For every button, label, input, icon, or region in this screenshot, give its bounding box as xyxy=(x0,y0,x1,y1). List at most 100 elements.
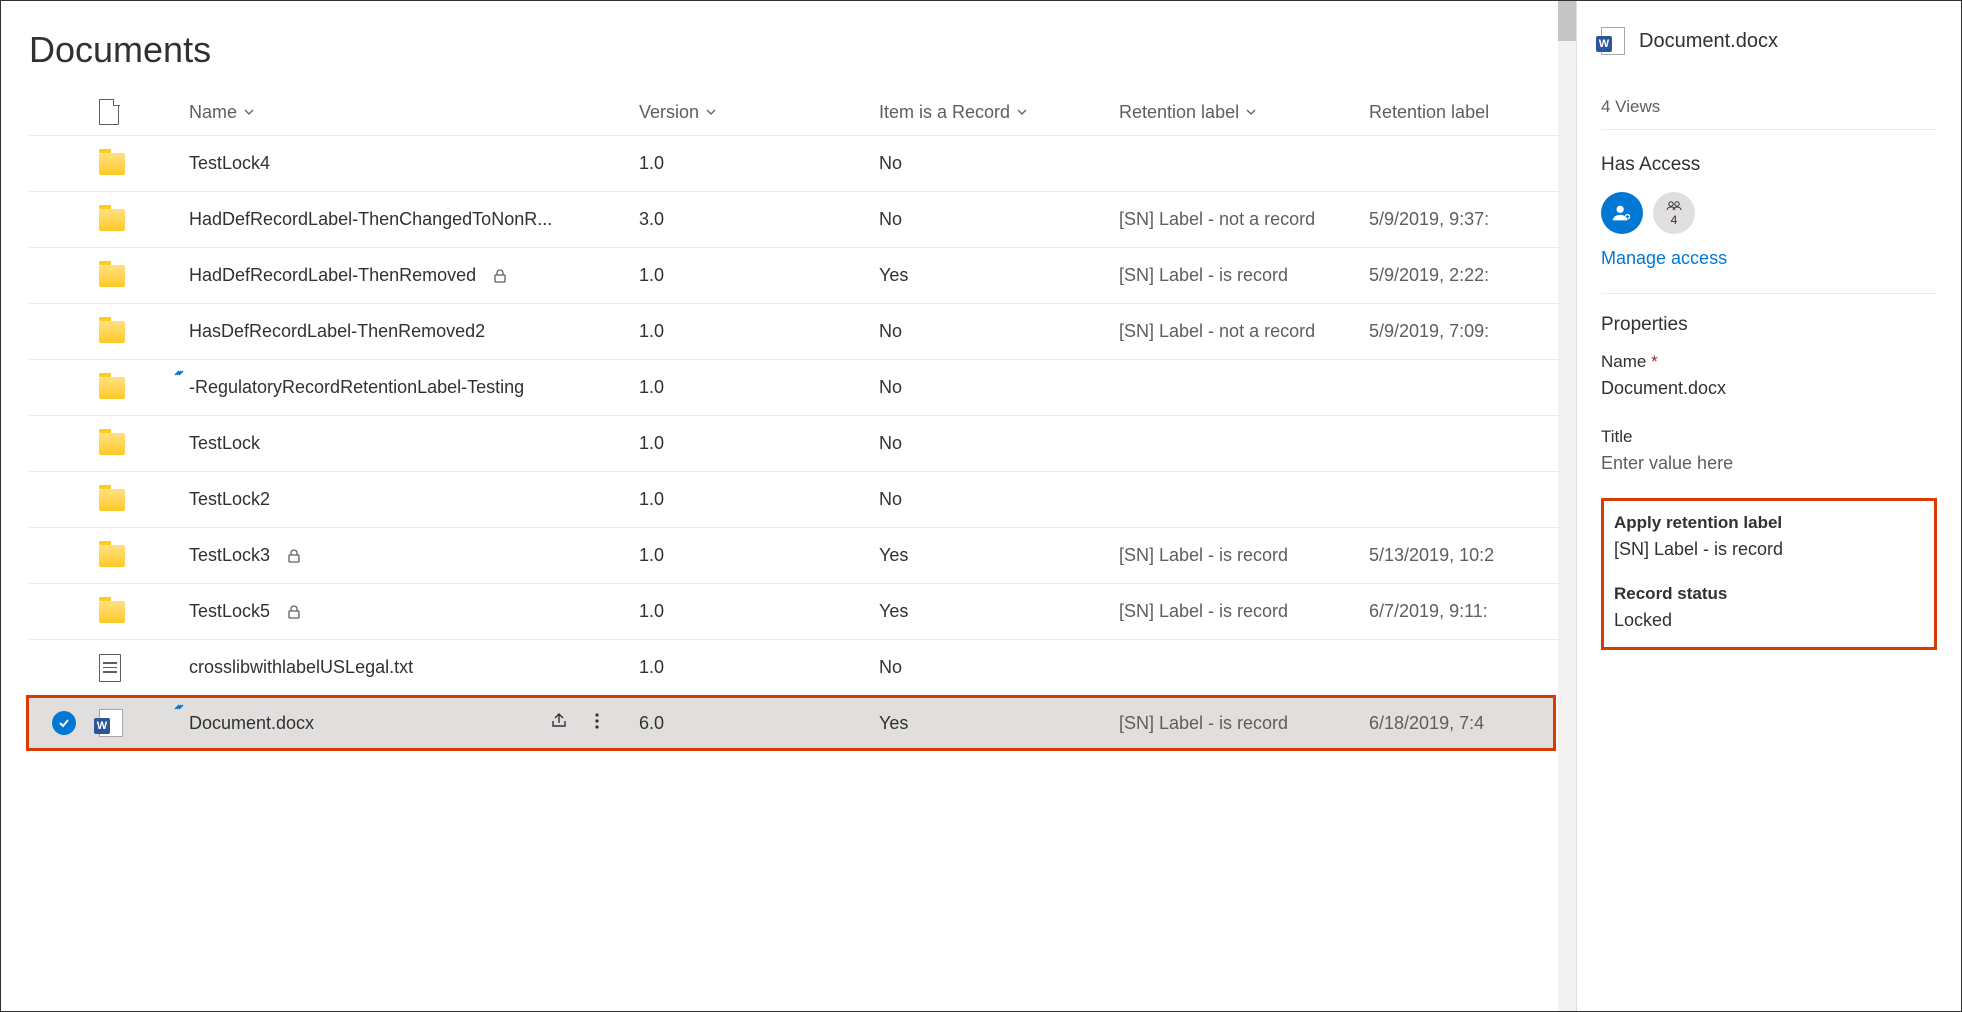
table-row[interactable]: Document.docx6.0Yes[SN] Label - is recor… xyxy=(26,695,1556,751)
retention-label-cell: [SN] Label - not a record xyxy=(1119,209,1369,230)
access-avatars-row: 4 xyxy=(1601,192,1937,234)
column-label: Retention label xyxy=(1369,102,1489,123)
table-row[interactable]: HasDefRecordLabel-ThenRemoved21.0No[SN] … xyxy=(29,303,1576,359)
item-name-label: TestLock4 xyxy=(189,153,270,174)
has-access-title: Has Access xyxy=(1601,154,1937,176)
item-name-label: HadDefRecordLabel-ThenChangedToNonR... xyxy=(189,209,552,230)
item-name-label: TestLock xyxy=(189,433,260,454)
table-row[interactable]: TestLock31.0Yes[SN] Label - is record5/1… xyxy=(29,527,1576,583)
name-cell[interactable]: HadDefRecordLabel-ThenChangedToNonR... xyxy=(189,209,639,230)
column-label: Name xyxy=(189,102,237,123)
retention-label-cell: [SN] Label - is record xyxy=(1119,601,1369,622)
record-status-value[interactable]: Locked xyxy=(1614,610,1924,631)
version-cell: 1.0 xyxy=(639,545,879,566)
version-column-header[interactable]: Version xyxy=(639,102,879,123)
people-icon xyxy=(1666,199,1682,213)
access-count-label: 4 xyxy=(1671,213,1678,227)
table-row[interactable]: -RegulatoryRecordRetentionLabel-Testing 1… xyxy=(29,359,1576,415)
share-badge-icon xyxy=(173,363,187,380)
retention-label-cell: [SN] Label - is record xyxy=(1119,545,1369,566)
details-panel: Document.docx 4 Views Has Access 4 Manag… xyxy=(1576,1,1961,1011)
filetype-column-header[interactable] xyxy=(99,99,189,125)
more-actions-icon[interactable] xyxy=(587,711,607,736)
lock-icon xyxy=(286,604,302,620)
name-cell[interactable]: HasDefRecordLabel-ThenRemoved2 xyxy=(189,321,639,342)
vertical-scrollbar[interactable] xyxy=(1558,1,1576,1011)
folder-icon xyxy=(99,545,125,567)
isrecord-column-header[interactable]: Item is a Record xyxy=(879,102,1119,123)
properties-title: Properties xyxy=(1601,314,1937,336)
item-name-label: crosslibwithlabelUSLegal.txt xyxy=(189,657,413,678)
apply-retention-label: Apply retention label xyxy=(1614,513,1924,533)
table-row[interactable]: TestLock4 1.0No xyxy=(29,135,1576,191)
item-name-label: TestLock3 xyxy=(189,545,270,566)
name-column-header[interactable]: Name xyxy=(189,102,639,123)
name-cell[interactable]: crosslibwithlabelUSLegal.txt xyxy=(189,657,639,678)
access-section: Has Access 4 Manage access xyxy=(1601,129,1937,293)
column-label: Retention label xyxy=(1119,102,1239,123)
details-file-name: Document.docx xyxy=(1639,30,1778,53)
check-circle-icon xyxy=(52,711,76,735)
table-row[interactable]: TestLock51.0Yes[SN] Label - is record6/7… xyxy=(29,583,1576,639)
column-label: Version xyxy=(639,102,699,123)
item-name-label: TestLock5 xyxy=(189,601,270,622)
record-highlight-box: Apply retention label [SN] Label - is re… xyxy=(1601,498,1937,650)
share-icon[interactable] xyxy=(549,711,569,736)
people-count-avatar[interactable]: 4 xyxy=(1653,192,1695,234)
folder-icon xyxy=(99,209,125,231)
name-property-value[interactable]: Document.docx xyxy=(1601,378,1937,399)
item-name-label: -RegulatoryRecordRetentionLabel-Testing xyxy=(189,377,524,398)
version-cell: 1.0 xyxy=(639,321,879,342)
table-row[interactable]: TestLock1.0No xyxy=(29,415,1576,471)
manage-access-link[interactable]: Manage access xyxy=(1601,248,1937,269)
name-cell[interactable]: -RegulatoryRecordRetentionLabel-Testing xyxy=(189,377,639,398)
item-name-label: Document.docx xyxy=(189,713,314,734)
add-person-avatar[interactable] xyxy=(1601,192,1643,234)
required-asterisk: * xyxy=(1651,352,1658,371)
is-record-cell: Yes xyxy=(879,265,1119,286)
folder-icon xyxy=(99,601,125,623)
title-property-label: Title xyxy=(1601,427,1937,447)
is-record-cell: Yes xyxy=(879,713,1119,734)
version-cell: 1.0 xyxy=(639,377,879,398)
row-selector[interactable] xyxy=(29,711,99,735)
is-record-cell: Yes xyxy=(879,545,1119,566)
version-cell: 1.0 xyxy=(639,601,879,622)
version-cell: 3.0 xyxy=(639,209,879,230)
views-count: 4 Views xyxy=(1601,97,1937,117)
name-cell[interactable]: Document.docx xyxy=(189,711,639,736)
table-row[interactable]: HadDefRecordLabel-ThenChangedToNonR... 3.… xyxy=(29,191,1576,247)
is-record-cell: No xyxy=(879,433,1119,454)
name-cell[interactable]: HadDefRecordLabel-ThenRemoved xyxy=(189,265,639,286)
scrollbar-thumb[interactable] xyxy=(1558,1,1576,41)
name-cell[interactable]: TestLock5 xyxy=(189,601,639,622)
retention-label-column-header[interactable]: Retention label xyxy=(1119,102,1369,123)
folder-icon xyxy=(99,489,125,511)
title-property-input[interactable]: Enter value here xyxy=(1601,453,1937,474)
retention-label-cell: [SN] Label - is record xyxy=(1119,713,1369,734)
item-name-label: HasDefRecordLabel-ThenRemoved2 xyxy=(189,321,485,342)
document-library-panel: Documents Name Version Item is a Record … xyxy=(1,1,1576,1011)
is-record-cell: No xyxy=(879,377,1119,398)
is-record-cell: No xyxy=(879,153,1119,174)
retention-date-cell: 6/18/2019, 7:4 xyxy=(1369,713,1569,734)
retention-date-cell: 5/9/2019, 9:37: xyxy=(1369,209,1569,230)
retention-label-cell: [SN] Label - is record xyxy=(1119,265,1369,286)
table-row[interactable]: TestLock21.0No xyxy=(29,471,1576,527)
is-record-cell: No xyxy=(879,657,1119,678)
name-cell[interactable]: TestLock3 xyxy=(189,545,639,566)
retention-label-date-column-header[interactable]: Retention label xyxy=(1369,102,1569,123)
name-cell[interactable]: TestLock4 xyxy=(189,153,639,174)
apply-retention-value[interactable]: [SN] Label - is record xyxy=(1614,539,1924,560)
retention-date-cell: 6/7/2019, 9:11: xyxy=(1369,601,1569,622)
name-cell[interactable]: TestLock2 xyxy=(189,489,639,510)
name-cell[interactable]: TestLock xyxy=(189,433,639,454)
is-record-cell: No xyxy=(879,209,1119,230)
table-row[interactable]: HadDefRecordLabel-ThenRemoved1.0Yes[SN] … xyxy=(29,247,1576,303)
folder-icon xyxy=(99,433,125,455)
folder-icon xyxy=(99,153,125,175)
document-icon xyxy=(99,99,119,125)
version-cell: 1.0 xyxy=(639,153,879,174)
table-row[interactable]: crosslibwithlabelUSLegal.txt1.0No xyxy=(29,639,1576,695)
folder-icon xyxy=(99,265,125,287)
